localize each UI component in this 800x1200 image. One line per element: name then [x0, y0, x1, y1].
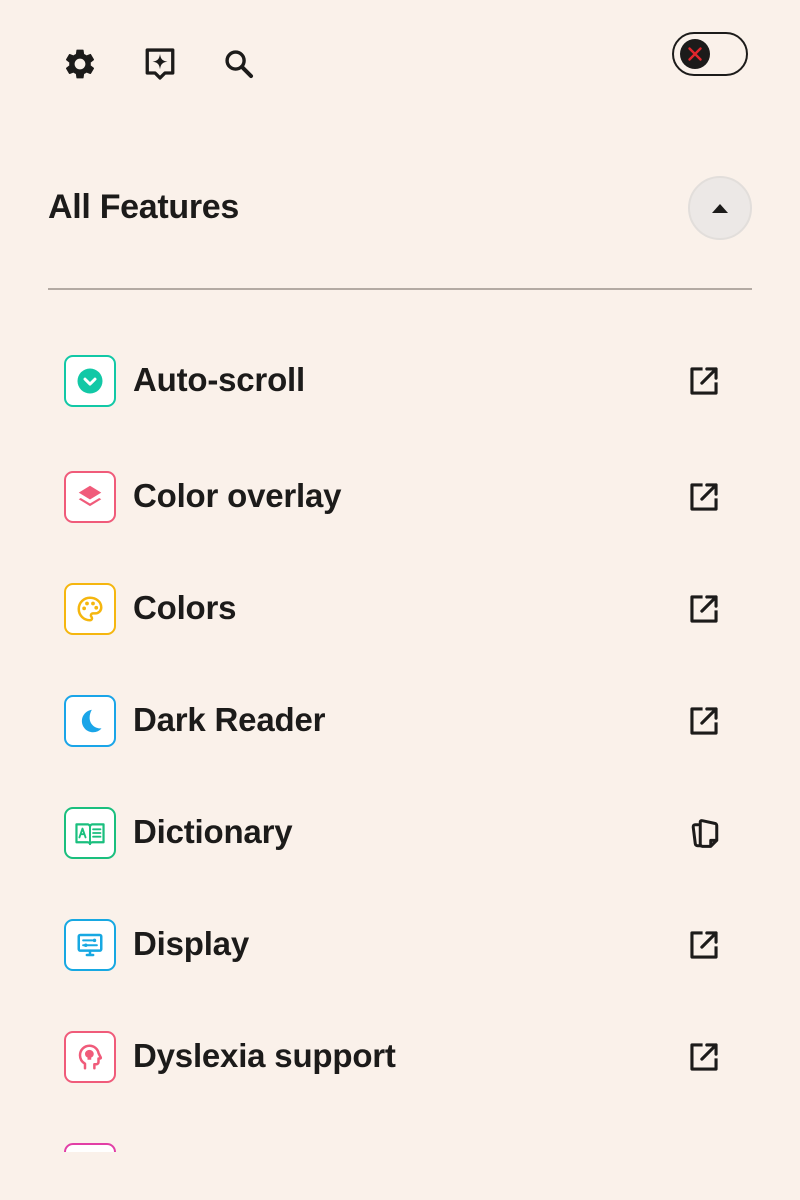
layers-icon	[78, 485, 102, 507]
all-features-header: All Features	[48, 176, 752, 240]
divider	[48, 288, 752, 290]
feature-label: Display	[133, 925, 249, 962]
close-x-icon	[688, 47, 702, 61]
feature-row-display[interactable]: Display	[64, 917, 736, 973]
feature-row-dictionary[interactable]: Dictionary	[64, 805, 736, 861]
open-external-button[interactable]	[686, 703, 722, 739]
palette-icon	[77, 596, 103, 622]
open-external-button[interactable]	[686, 479, 722, 515]
feature-label: Colors	[133, 589, 237, 626]
settings-button[interactable]	[56, 40, 104, 88]
open-external-icon	[690, 367, 718, 395]
feature-row-partial[interactable]	[64, 1141, 736, 1152]
feature-label: Dark Reader	[133, 701, 326, 738]
feature-row-dyslexia-support[interactable]: Dyslexia support	[64, 1029, 736, 1085]
open-external-button[interactable]	[686, 591, 722, 627]
open-external-icon	[690, 1043, 718, 1071]
feature-label: Dyslexia support	[133, 1037, 396, 1074]
head-brain-icon	[78, 1044, 103, 1070]
search-button[interactable]	[215, 40, 263, 88]
features-list: Auto-scroll Color overlay Colors Dark Re…	[0, 320, 800, 1152]
dyslexia-support-icon-tile	[64, 1031, 116, 1083]
open-external-button[interactable]	[686, 363, 722, 399]
feature-label: Dictionary	[133, 813, 293, 850]
open-external-icon	[690, 931, 718, 959]
toolbar	[0, 0, 800, 120]
dictionary-book-icon	[75, 823, 105, 846]
color-overlay-icon-tile	[64, 471, 116, 523]
open-external-icon	[690, 483, 718, 511]
chevron-down-circle-icon	[77, 368, 103, 394]
open-external-icon	[690, 595, 718, 623]
copy-button[interactable]	[686, 815, 722, 851]
feature-row-color-overlay[interactable]: Color overlay	[64, 469, 736, 525]
open-external-button[interactable]	[686, 927, 722, 963]
sparkle-bookmark-icon	[145, 48, 175, 80]
caret-up-icon	[712, 204, 728, 213]
open-external-button[interactable]	[686, 1039, 722, 1075]
toggle-knob	[680, 39, 710, 69]
feature-label: Color overlay	[133, 477, 342, 514]
search-icon	[225, 50, 254, 79]
dictionary-icon-tile	[64, 807, 116, 859]
auto-scroll-icon-tile	[64, 355, 116, 407]
colors-icon-tile	[64, 583, 116, 635]
feature-row-colors[interactable]: Colors	[64, 581, 736, 637]
power-toggle[interactable]	[672, 32, 748, 76]
ai-assistant-button[interactable]	[136, 40, 184, 88]
display-icon-tile	[64, 919, 116, 971]
feature-label: Auto-scroll	[133, 361, 305, 398]
open-external-icon	[690, 707, 718, 735]
collapse-button[interactable]	[688, 176, 752, 240]
feature-row-dark-reader[interactable]: Dark Reader	[64, 693, 736, 749]
monitor-settings-icon	[77, 933, 103, 957]
feature-row-auto-scroll[interactable]: Auto-scroll	[64, 353, 736, 409]
dark-reader-icon-tile	[64, 695, 116, 747]
copy-icon	[691, 819, 719, 848]
section-title: All Features	[48, 188, 240, 226]
gear-icon	[65, 49, 95, 79]
feature-icon	[64, 1143, 116, 1152]
moon-icon	[81, 709, 102, 733]
